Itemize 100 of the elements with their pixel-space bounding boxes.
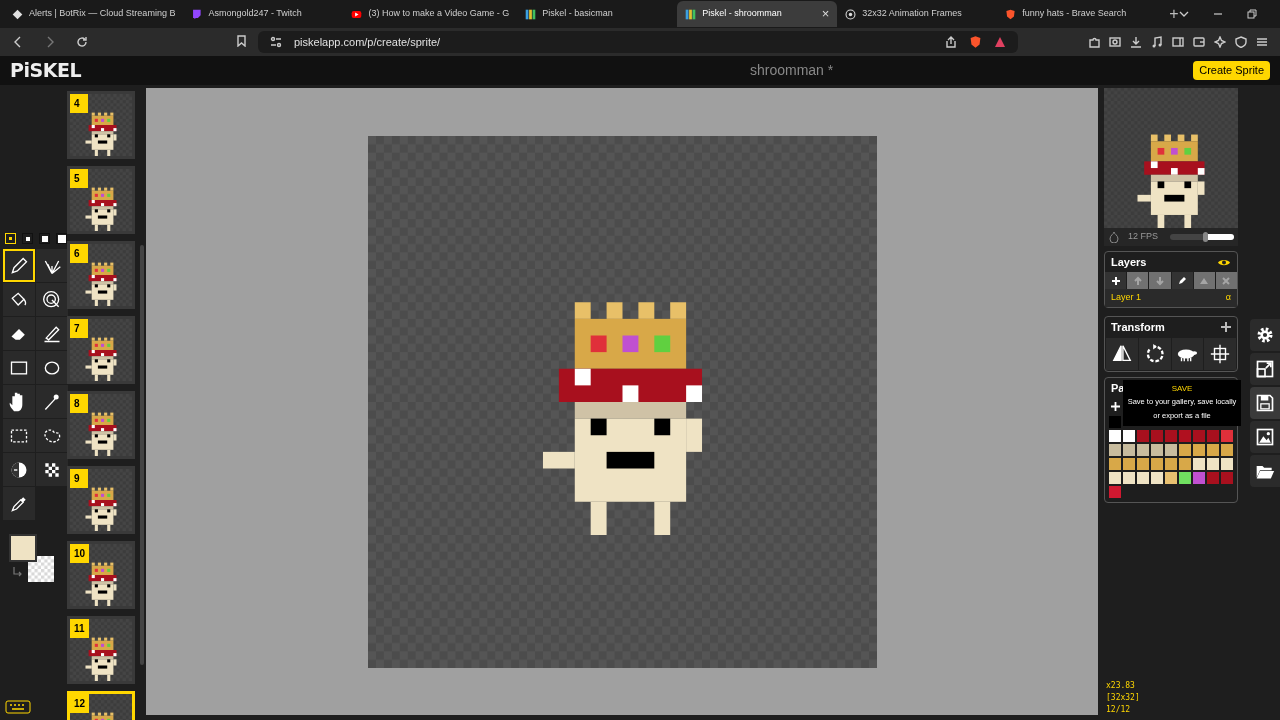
side-tool-button[interactable] bbox=[1250, 353, 1280, 385]
tool-button[interactable] bbox=[3, 351, 35, 384]
tool-button[interactable] bbox=[3, 487, 35, 520]
puzzle-icon[interactable] bbox=[1088, 36, 1100, 48]
close-tab-button[interactable]: × bbox=[821, 4, 830, 24]
frame-thumbnail[interactable]: 4 bbox=[67, 91, 135, 159]
eye-icon[interactable] bbox=[1217, 257, 1231, 267]
tool-button[interactable] bbox=[36, 419, 68, 452]
side-tool-button[interactable] bbox=[1250, 319, 1280, 351]
drawing-canvas[interactable] bbox=[367, 135, 877, 668]
color-swatch[interactable] bbox=[1221, 430, 1233, 442]
color-swatch[interactable] bbox=[1109, 416, 1121, 428]
side-tool-button[interactable] bbox=[1250, 421, 1280, 453]
shield-icon[interactable] bbox=[1235, 36, 1247, 48]
reload-icon[interactable] bbox=[76, 36, 88, 48]
menu-icon[interactable] bbox=[1256, 36, 1268, 48]
color-swatch[interactable] bbox=[1207, 444, 1219, 456]
color-swatch[interactable] bbox=[1165, 444, 1177, 456]
color-swatch[interactable] bbox=[1179, 444, 1191, 456]
transform-button[interactable] bbox=[1138, 338, 1171, 370]
layer-action-button[interactable] bbox=[1105, 272, 1127, 289]
color-swatch[interactable] bbox=[1137, 444, 1149, 456]
address-bar[interactable]: piskelapp.com/p/create/sprite/ bbox=[258, 31, 1018, 53]
browser-tab[interactable]: Alerts | BotRix — Cloud Streaming B bbox=[4, 1, 184, 27]
color-swatch[interactable] bbox=[1193, 430, 1205, 442]
browser-tab[interactable]: funny hats - Brave Search bbox=[997, 1, 1158, 27]
onion-skin-icon[interactable] bbox=[1108, 231, 1120, 243]
slider-thumb[interactable] bbox=[1203, 232, 1209, 242]
color-swatch[interactable] bbox=[1151, 444, 1163, 456]
color-swatch[interactable] bbox=[1137, 472, 1149, 484]
color-swatch[interactable] bbox=[1207, 472, 1219, 484]
color-swatch[interactable] bbox=[1123, 472, 1135, 484]
color-swatch[interactable] bbox=[1179, 472, 1191, 484]
screenshot-icon[interactable] bbox=[1109, 36, 1121, 48]
pen-size-option[interactable] bbox=[39, 233, 50, 244]
transform-button[interactable] bbox=[1204, 338, 1236, 370]
color-swatch[interactable] bbox=[1165, 458, 1177, 470]
color-swatch[interactable] bbox=[1123, 458, 1135, 470]
new-tab-button[interactable]: + bbox=[1169, 2, 1179, 26]
create-sprite-button[interactable]: Create Sprite bbox=[1193, 61, 1270, 80]
tool-button[interactable] bbox=[36, 249, 68, 282]
tool-button[interactable] bbox=[36, 283, 68, 316]
frame-thumbnail[interactable]: 9 bbox=[67, 466, 135, 534]
site-settings-icon[interactable] bbox=[270, 36, 282, 48]
tool-button[interactable] bbox=[36, 453, 68, 486]
pen-size-option[interactable] bbox=[56, 233, 67, 244]
browser-tab[interactable]: 32x32 Animation Frames bbox=[837, 1, 998, 27]
tool-button[interactable] bbox=[36, 385, 68, 418]
share-icon[interactable] bbox=[945, 36, 957, 48]
color-swatch[interactable] bbox=[1109, 444, 1121, 456]
color-swatch[interactable] bbox=[1165, 472, 1177, 484]
color-swatch[interactable] bbox=[1137, 430, 1149, 442]
color-swatch[interactable] bbox=[1151, 430, 1163, 442]
sparkle-icon[interactable] bbox=[1214, 36, 1226, 48]
color-swatch[interactable] bbox=[1193, 472, 1205, 484]
frame-thumbnail[interactable]: 11 bbox=[67, 616, 135, 684]
layer-row[interactable]: Layer 1 α bbox=[1105, 289, 1237, 307]
color-swatch[interactable] bbox=[1221, 458, 1233, 470]
color-swatch[interactable] bbox=[1165, 430, 1177, 442]
pen-size-option[interactable] bbox=[22, 233, 33, 244]
color-swatch[interactable] bbox=[1151, 472, 1163, 484]
add-icon[interactable] bbox=[1221, 322, 1231, 332]
color-swatch[interactable] bbox=[1123, 430, 1135, 442]
side-tool-button[interactable] bbox=[1250, 387, 1280, 419]
tool-button[interactable] bbox=[3, 453, 35, 486]
side-tool-button[interactable] bbox=[1250, 455, 1280, 487]
primary-color-swatch[interactable] bbox=[9, 534, 37, 562]
color-swatch[interactable] bbox=[1193, 458, 1205, 470]
tool-button[interactable] bbox=[3, 419, 35, 452]
color-swatch[interactable] bbox=[1179, 458, 1191, 470]
color-swatch[interactable] bbox=[1109, 472, 1121, 484]
color-swatch[interactable] bbox=[1207, 430, 1219, 442]
color-swatch[interactable] bbox=[1221, 472, 1233, 484]
wallet-icon[interactable] bbox=[1193, 36, 1205, 48]
color-swatch[interactable] bbox=[1193, 444, 1205, 456]
tool-button[interactable] bbox=[3, 283, 35, 316]
keyboard-icon[interactable] bbox=[5, 700, 31, 714]
download-icon[interactable] bbox=[1130, 36, 1142, 48]
frame-thumbnail[interactable]: 5 bbox=[67, 166, 135, 234]
tool-button[interactable] bbox=[3, 317, 35, 350]
color-swatch[interactable] bbox=[1137, 458, 1149, 470]
swap-arrow-icon[interactable] bbox=[11, 566, 23, 578]
browser-tab[interactable]: (3) How to make a Video Game - G bbox=[343, 1, 518, 27]
color-swatch[interactable] bbox=[1109, 458, 1121, 470]
layer-action-button[interactable] bbox=[1171, 272, 1193, 289]
color-swatch[interactable] bbox=[1207, 458, 1219, 470]
secondary-color-swatch[interactable] bbox=[27, 556, 55, 582]
scrollbar[interactable] bbox=[140, 245, 144, 665]
tool-button[interactable] bbox=[36, 317, 68, 350]
color-swatch[interactable] bbox=[1109, 486, 1121, 498]
triangle-icon[interactable] bbox=[994, 36, 1006, 48]
music-note-icon[interactable] bbox=[1151, 36, 1163, 48]
browser-tab[interactable]: Asmongold247 - Twitch bbox=[183, 1, 344, 27]
frame-thumbnail[interactable]: 10 bbox=[67, 541, 135, 609]
browser-tab[interactable]: Piskel - basicman bbox=[517, 1, 678, 27]
chevron-down-icon[interactable] bbox=[1178, 9, 1189, 19]
color-swatch[interactable] bbox=[1179, 430, 1191, 442]
color-swatch[interactable] bbox=[1221, 444, 1233, 456]
frame-thumbnail[interactable]: 6 bbox=[67, 241, 135, 309]
color-swatch[interactable] bbox=[1123, 444, 1135, 456]
